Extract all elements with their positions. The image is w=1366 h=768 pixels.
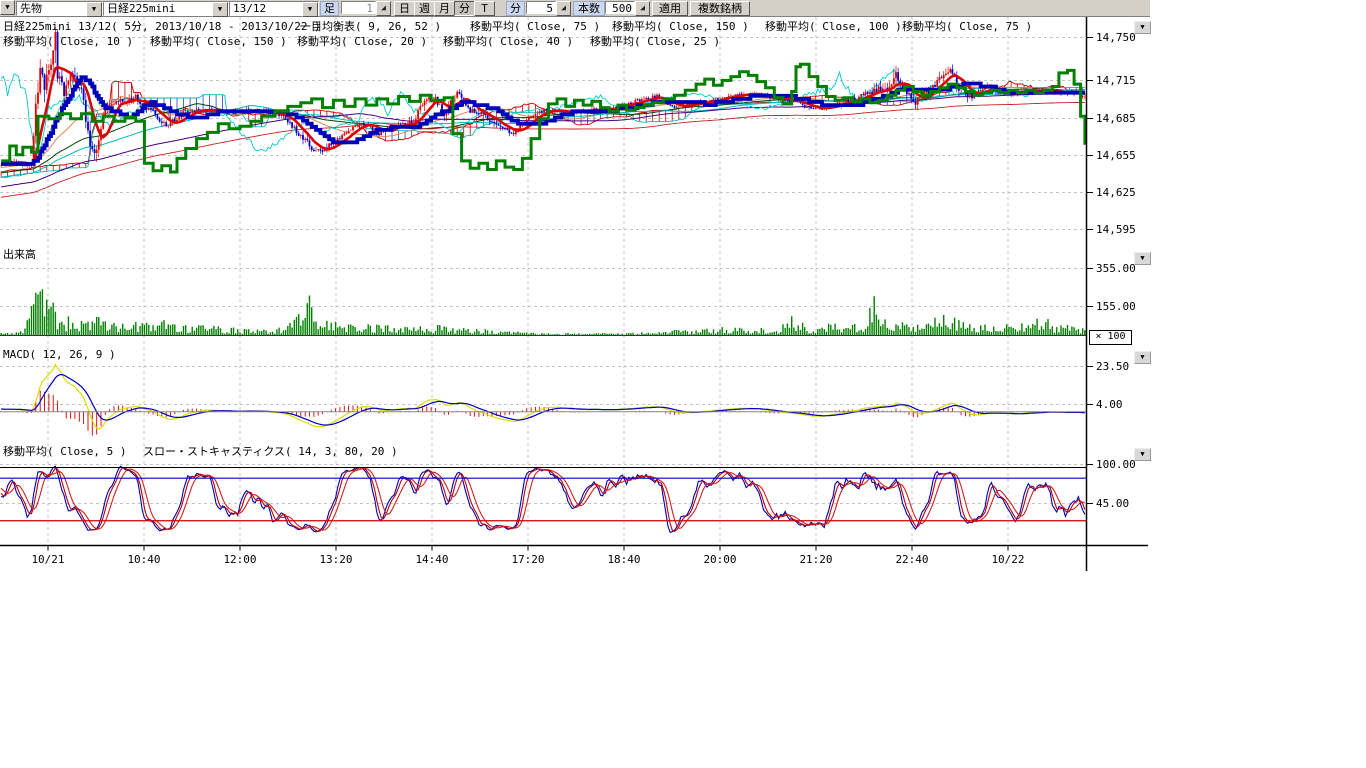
macd-pane-label: MACD( 12, 26, 9 ): [3, 349, 116, 361]
chart-title: 日経225mini 13/12( 5分, 2013/10/18 - 2013/1…: [3, 21, 321, 33]
svg-text:14:40: 14:40: [415, 553, 448, 566]
svg-text:18:40: 18:40: [607, 553, 640, 566]
svg-text:14,625: 14,625: [1096, 186, 1136, 199]
legend-ma25: 移動平均( Close, 25 ): [590, 36, 720, 48]
svg-text:14,685: 14,685: [1096, 112, 1136, 125]
svg-text:10/22: 10/22: [991, 553, 1024, 566]
legend-ma20: 移動平均( Close, 20 ): [297, 36, 427, 48]
svg-text:21:20: 21:20: [799, 553, 832, 566]
stoch-pane-menu-button[interactable]: ▼: [1134, 448, 1151, 461]
legend-ma75b: 移動平均( Close, 75 ): [902, 21, 1032, 33]
stoch-pane-label: スロー・ストキャスティクス( 14, 3, 80, 20 ): [143, 446, 398, 458]
svg-text:12:00: 12:00: [223, 553, 256, 566]
svg-text:355.00: 355.00: [1096, 262, 1136, 275]
volume-multiplier-badge: × 100: [1089, 330, 1132, 345]
legend-ma100: 移動平均( Close, 100 ): [765, 21, 902, 33]
svg-text:13:20: 13:20: [319, 553, 352, 566]
legend-ma75: 移動平均( Close, 75 ): [470, 21, 600, 33]
svg-text:45.00: 45.00: [1096, 497, 1129, 510]
legend-ma150: 移動平均( Close, 150 ): [612, 21, 749, 33]
macd-pane-menu-button[interactable]: ▼: [1134, 351, 1151, 364]
svg-text:10:40: 10:40: [127, 553, 160, 566]
svg-text:23.50: 23.50: [1096, 360, 1129, 373]
svg-text:155.00: 155.00: [1096, 300, 1136, 313]
app-window: ▼ 先物 ▼ 日経225mini ▼ 13/12 ▼ 足 1 ◢ 日 週 月 分…: [0, 0, 1366, 768]
stoch-ma-label: 移動平均( Close, 5 ): [3, 446, 126, 458]
legend-ichimoku: 一目均衡表( 9, 26, 52 ): [300, 21, 441, 33]
svg-text:20:00: 20:00: [703, 553, 736, 566]
svg-text:14,655: 14,655: [1096, 149, 1136, 162]
svg-text:14,715: 14,715: [1096, 74, 1136, 87]
svg-text:14,595: 14,595: [1096, 223, 1136, 236]
svg-text:4.00: 4.00: [1096, 398, 1123, 411]
legend-ma10: 移動平均( Close, 10 ): [3, 36, 133, 48]
svg-text:22:40: 22:40: [895, 553, 928, 566]
svg-text:10/21: 10/21: [31, 553, 64, 566]
price-pane-menu-button[interactable]: ▼: [1134, 21, 1151, 34]
legend-ma150b: 移動平均( Close, 150 ): [150, 36, 287, 48]
volume-pane-label: 出来高: [3, 249, 36, 261]
svg-text:17:20: 17:20: [511, 553, 544, 566]
svg-text:14,750: 14,750: [1096, 31, 1136, 44]
svg-text:100.00: 100.00: [1096, 458, 1136, 471]
volume-pane-menu-button[interactable]: ▼: [1134, 252, 1151, 265]
chart-area[interactable]: 14,750 14,715 14,685 14,655 14,625 14,595 355.…: [0, 0, 1366, 768]
legend-ma40: 移動平均( Close, 40 ): [443, 36, 573, 48]
